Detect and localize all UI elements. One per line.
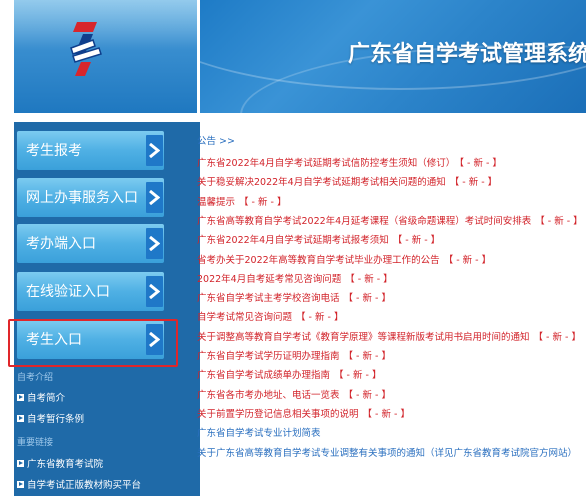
button-label: 考生报考 [26,143,82,159]
notice-title: 关于广东省高等教育自学考试专业调整有关事项的通知（详见广东省教育考试院官方网站） [197,447,578,459]
notice-item[interactable]: 广东省自学考试学历证明办理指南【 - 新 - 】 [197,348,391,362]
sidebar-link-textbook[interactable]: 自学考试正版教材购买平台 [17,477,141,491]
notice-title: 广东省高等教育自学考试2022年4月延考课程（省级命题课程）考试时间安排表 [197,215,532,227]
sidebar-link-regulations[interactable]: 自考暂行条例 [17,411,84,425]
notice-title: 广东省自学考试学历证明办理指南 [197,351,340,362]
notice-item[interactable]: 关于广东省高等教育自学考试专业调整有关事项的通知（详见广东省教育考试院官方网站） [197,445,577,459]
notice-title: 省考办关于2022年高等教育自学考试毕业办理工作的公告 [197,254,440,266]
notice-item[interactable]: 广东省2022年4月自学考试延期考试信防控考生须知（修订）【 - 新 - 】 [197,155,502,169]
notice-title: 广东省自学考试主考学校咨询电话 [197,293,340,305]
exam-logo-icon [70,22,102,76]
notice-item[interactable]: 温馨提示【 - 新 - 】 [197,194,286,208]
notice-title: 广东省各市考办地址、电话一览表 [197,389,340,401]
notice-item[interactable]: 自学考试常见咨询问题【 - 新 - 】 [197,309,343,323]
notice-title: 温馨提示 [197,196,236,208]
button-label: 考办端入口 [26,236,96,252]
notice-heading[interactable]: 公告 >> [197,133,235,147]
chevron-right-icon [146,228,163,259]
online-verify-button[interactable]: 在线验证入口 [17,272,164,311]
notice-title: 2022年4月自考延考常见咨询问题 [197,273,342,285]
notice-title: 广东省自学考试专业计划简表 [197,428,321,440]
link-label: 广东省教育考试院 [27,459,104,470]
new-badge: 【 - 新 - 】 [296,312,344,324]
notice-item[interactable]: 广东省各市考办地址、电话一览表【 - 新 - 】 [197,387,391,401]
new-badge: 【 - 新 - 】 [334,370,382,382]
exam-office-button[interactable]: 考办端入口 [17,224,164,263]
notice-title: 自学考试常见咨询问题 [197,312,293,324]
link-label: 自考简介 [27,393,66,404]
header-title-banner: 广东省自学考试管理系统 [200,0,586,113]
chevron-right-icon [146,182,163,213]
notice-item[interactable]: 广东省高等教育自学考试2022年4月延考课程（省级命题课程）考试时间安排表【 -… [197,213,583,227]
new-badge: 【 - 新 - 】 [533,331,581,343]
sidebar-link-intro[interactable]: 自考简介 [17,390,65,404]
new-badge: 【 - 新 - 】 [343,351,391,362]
new-badge: 【 - 新 - 】 [343,389,391,401]
section-links-label: 重要链接 [17,438,54,448]
sidebar-link-exam-institute[interactable]: 广东省教育考试院 [17,456,103,470]
new-badge: 【 - 新 - 】 [239,196,287,208]
notice-title: 广东省自学考试成绩单办理指南 [197,370,331,382]
notice-title: 关于前置学历登记信息相关事项的说明 [197,408,359,420]
link-label: 自考暂行条例 [27,414,85,425]
section-intro-label: 自考介绍 [17,373,54,383]
link-label: 自学考试正版教材购买平台 [27,480,142,491]
notice-item[interactable]: 关于调整高等教育自学考试《教育学原理》等课程新版考试用书启用时间的通知【 - 新… [197,329,581,343]
online-service-button[interactable]: 网上办事服务入口 [17,178,164,217]
new-badge: 【 - 新 - 】 [459,158,502,169]
notice-title: 广东省2022年4月自学考试延期考试报考须知 [197,235,389,247]
notice-item[interactable]: 2022年4月自考延考常见咨询问题【 - 新 - 】 [197,271,393,285]
notice-title: 广东省2022年4月自学考试延期考试信防控考生须知（修订） [197,158,456,169]
logo-panel [14,0,197,113]
new-badge: 【 - 新 - 】 [392,235,441,247]
button-label: 在线验证入口 [26,284,110,300]
arrow-bullet-icon [17,394,24,401]
notice-item[interactable]: 广东省自学考试专业计划简表 [197,425,321,439]
button-label: 网上办事服务入口 [26,190,138,206]
new-badge: 【 - 新 - 】 [362,408,410,420]
notice-item[interactable]: 关于稳妥解决2022年4月自学考试延期考试相关问题的通知【 - 新 - 】 [197,174,497,188]
new-badge: 【 - 新 - 】 [343,293,391,305]
notice-item[interactable]: 广东省自学考试成绩单办理指南【 - 新 - 】 [197,367,381,381]
site-title: 广东省自学考试管理系统 [348,42,586,67]
new-badge: 【 - 新 - 】 [535,215,583,227]
new-badge: 【 - 新 - 】 [449,177,498,189]
arrow-bullet-icon [17,481,24,488]
arrow-bullet-icon [17,460,24,467]
notice-title: 关于稳妥解决2022年4月自学考试延期考试相关问题的通知 [197,177,446,189]
chevron-right-icon [146,276,163,307]
highlight-box [8,319,178,367]
notice-item[interactable]: 广东省自学考试主考学校咨询电话【 - 新 - 】 [197,290,391,304]
notice-item[interactable]: 省考办关于2022年高等教育自学考试毕业办理工作的公告【 - 新 - 】 [197,252,491,266]
new-badge: 【 - 新 - 】 [345,273,393,285]
notice-title: 关于调整高等教育自学考试《教育学原理》等课程新版考试用书启用时间的通知 [197,331,530,343]
chevron-right-icon [146,135,163,166]
register-exam-button[interactable]: 考生报考 [17,131,164,170]
arrow-bullet-icon [17,415,24,422]
notice-item[interactable]: 广东省2022年4月自学考试延期考试报考须知【 - 新 - 】 [197,232,440,246]
notice-item[interactable]: 关于前置学历登记信息相关事项的说明【 - 新 - 】 [197,406,410,420]
new-badge: 【 - 新 - 】 [443,254,492,266]
